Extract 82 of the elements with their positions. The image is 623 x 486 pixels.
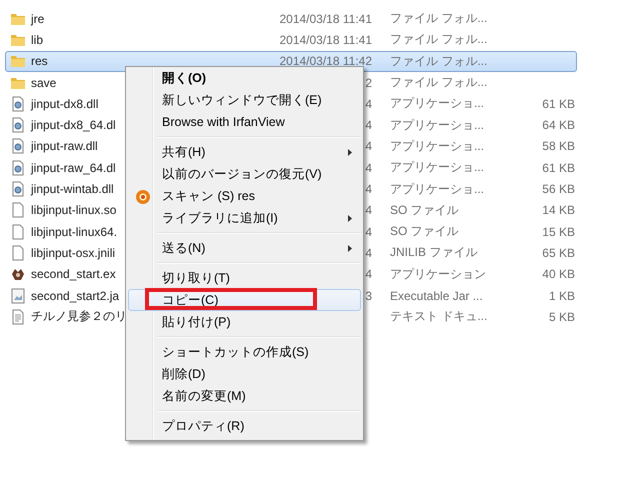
menu-item[interactable]: 新しいウィンドウで開く(E) <box>128 89 361 111</box>
menu-item[interactable]: 以前のバージョンの復元(V) <box>128 163 361 185</box>
file-type: ファイル フォル... <box>390 52 488 70</box>
file-date: 4 <box>365 160 372 175</box>
file-type: ファイル フォル... <box>390 10 488 28</box>
file-size: 65 KB <box>542 246 575 260</box>
file-size: 61 KB <box>542 96 575 111</box>
blank-file-icon <box>10 224 26 240</box>
gear-file-icon <box>10 138 26 154</box>
file-date: 4 <box>365 96 372 111</box>
menu-item[interactable]: ライブラリに追加(I) <box>128 207 361 229</box>
menu-item[interactable]: コピー(C) <box>128 289 361 311</box>
file-size: 61 KB <box>542 160 575 175</box>
menu-item[interactable]: 貼り付け(P) <box>128 311 361 333</box>
gear-file-icon <box>10 160 26 176</box>
file-name: jinput-wintab.dll <box>31 182 114 196</box>
file-size: 40 KB <box>542 267 575 282</box>
file-row[interactable]: res 2014/03/18 11:42 ファイル フォル... <box>5 50 577 72</box>
menu-item[interactable]: 共有(H) <box>128 141 361 163</box>
file-date: 4 <box>365 267 372 282</box>
file-date: 2 <box>365 76 372 90</box>
file-type: アプリケーショ... <box>390 180 484 198</box>
file-size: 5 KB <box>548 310 575 324</box>
file-date: 4 <box>365 224 372 239</box>
file-date: 4 <box>365 118 372 132</box>
file-type: テキスト ドキュ... <box>390 308 488 326</box>
file-date: 4 <box>365 182 372 196</box>
file-type: アプリケーショ... <box>390 95 484 112</box>
file-name: jinput-raw.dll <box>31 139 98 154</box>
file-name: libjinput-linux.so <box>31 203 116 218</box>
file-name: lib <box>31 32 44 47</box>
file-name: second_start.ex <box>31 267 116 282</box>
file-date: 3 <box>365 288 372 302</box>
file-type: アプリケーショ... <box>390 159 484 176</box>
file-size: 14 KB <box>542 203 575 218</box>
menu-item[interactable]: スキャン (S) res <box>128 185 361 207</box>
menu-item[interactable]: 名前の変更(M) <box>128 385 361 407</box>
blank-file-icon <box>10 244 26 261</box>
file-date: 4 <box>365 203 372 218</box>
file-size: 64 KB <box>542 118 575 132</box>
file-name: jre <box>31 12 44 26</box>
image-file-icon <box>10 288 26 304</box>
file-date: 4 <box>365 139 372 154</box>
file-size: 58 KB <box>542 139 575 154</box>
file-size: 15 KB <box>542 224 575 239</box>
file-type: ファイル フォル... <box>390 74 488 92</box>
menu-item[interactable]: 送る(N) <box>128 237 361 259</box>
file-size: 1 KB <box>548 288 575 302</box>
file-name: libjinput-osx.jnili <box>31 246 116 260</box>
file-date: 2014/03/18 11:42 <box>279 54 372 68</box>
folder-icon <box>10 53 26 70</box>
gear-file-icon <box>10 96 26 112</box>
file-type: JNILIB ファイル <box>390 244 478 262</box>
file-type: SO ファイル <box>390 223 459 240</box>
menu-item[interactable]: 切り取り(T) <box>128 267 361 289</box>
file-name: res <box>31 54 48 68</box>
file-name: チルノ見参２のリ <box>31 308 127 326</box>
file-size: 56 KB <box>542 182 575 196</box>
file-name: second_start2.ja <box>31 288 120 302</box>
file-name: jinput-dx8_64.dl <box>31 118 116 132</box>
file-type: アプリケーション <box>390 266 486 283</box>
menu-item[interactable]: Browse with IrfanView <box>128 111 361 133</box>
menu-item[interactable]: プロパティ(R) <box>128 415 361 437</box>
file-type: アプリケーショ... <box>390 138 484 155</box>
blank-file-icon <box>10 202 26 218</box>
file-date: 2014/03/18 11:41 <box>279 12 372 26</box>
file-type: Executable Jar ... <box>390 288 483 302</box>
file-date: 4 <box>365 246 372 260</box>
menu-item[interactable]: ショートカットの作成(S) <box>128 341 361 363</box>
creature-icon <box>10 266 26 282</box>
file-type: アプリケーショ... <box>390 116 484 134</box>
gear-file-icon <box>10 117 26 134</box>
menu-item[interactable]: 削除(D) <box>128 363 361 385</box>
file-name: jinput-raw_64.dl <box>31 160 116 175</box>
file-date: 2014/03/18 11:41 <box>279 32 372 47</box>
text-file-icon <box>10 308 26 325</box>
file-type: ファイル フォル... <box>390 31 488 48</box>
file-type: SO ファイル <box>390 202 459 219</box>
file-name: libjinput-linux64. <box>31 224 118 239</box>
gear-file-icon <box>10 181 26 198</box>
file-name: jinput-dx8.dll <box>31 96 98 111</box>
file-name: save <box>31 76 56 90</box>
